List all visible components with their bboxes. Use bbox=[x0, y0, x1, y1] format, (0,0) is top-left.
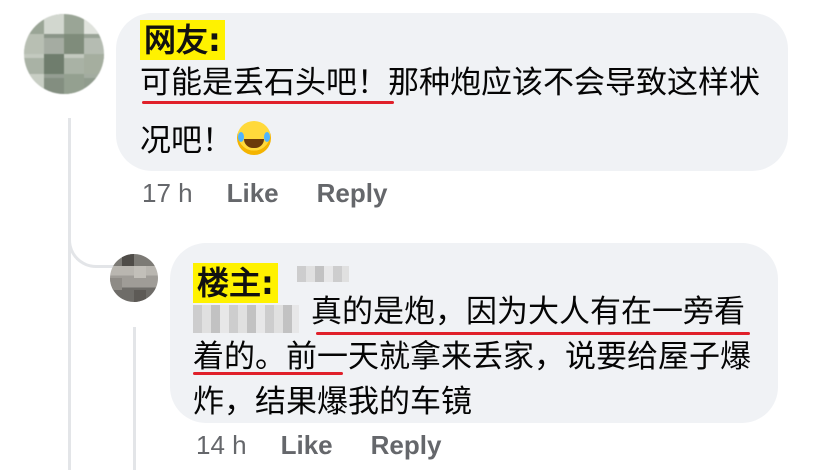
avatar-pixel bbox=[122, 254, 134, 266]
avatar-pixel bbox=[64, 74, 84, 94]
like-button[interactable]: Like bbox=[227, 178, 279, 209]
laughing-tears-emoji-icon bbox=[237, 121, 271, 155]
thread-connector-line bbox=[68, 118, 71, 470]
comment-meta: 14 h Like Reply bbox=[196, 430, 479, 461]
red-underline-annotation bbox=[142, 101, 394, 104]
comment-text: 可能是丢石头吧！那种炮应该不会导致这样状况吧！ bbox=[140, 54, 780, 170]
censored-name bbox=[297, 266, 349, 282]
reply-connector-line bbox=[133, 327, 136, 470]
reply-button[interactable]: Reply bbox=[371, 430, 442, 461]
thread-connector-curve bbox=[68, 222, 114, 268]
comment-meta: 17 h Like Reply bbox=[142, 178, 425, 209]
red-underline-annotation bbox=[193, 372, 343, 375]
comment-text: 真的是炮，因为大人有在一旁看着的。前一天就拿来丢家，说要给屋子爆炸，结果爆我的车… bbox=[193, 290, 773, 425]
like-button[interactable]: Like bbox=[281, 430, 333, 461]
avatar[interactable] bbox=[110, 254, 158, 302]
avatar-pixel bbox=[24, 74, 44, 94]
comment-thread: 网友: 可能是丢石头吧！那种炮应该不会导致这样状况吧！ 17 h Like Re… bbox=[0, 0, 828, 470]
comment-body: 真的是炮，因为大人有在一旁看着的。前一天就拿来丢家，说要给屋子爆炸，结果爆我的车… bbox=[193, 294, 751, 420]
avatar[interactable] bbox=[24, 14, 104, 94]
avatar-pixel bbox=[134, 266, 146, 278]
avatar-pixel bbox=[134, 290, 146, 302]
avatar-pixel bbox=[110, 278, 122, 290]
red-underline-annotation bbox=[316, 332, 750, 335]
avatar-pixel bbox=[64, 34, 84, 54]
avatar-pixel bbox=[44, 14, 64, 34]
avatar-pixel bbox=[84, 54, 104, 74]
avatar-pixel bbox=[44, 54, 64, 74]
avatar-pixel bbox=[24, 34, 44, 54]
comment-timestamp[interactable]: 17 h bbox=[142, 178, 193, 209]
comment-body: 可能是丢石头吧！那种炮应该不会导致这样状况吧！ bbox=[140, 65, 760, 159]
reply-button[interactable]: Reply bbox=[317, 178, 388, 209]
comment-timestamp[interactable]: 14 h bbox=[196, 430, 247, 461]
avatar-pixel bbox=[84, 14, 104, 34]
